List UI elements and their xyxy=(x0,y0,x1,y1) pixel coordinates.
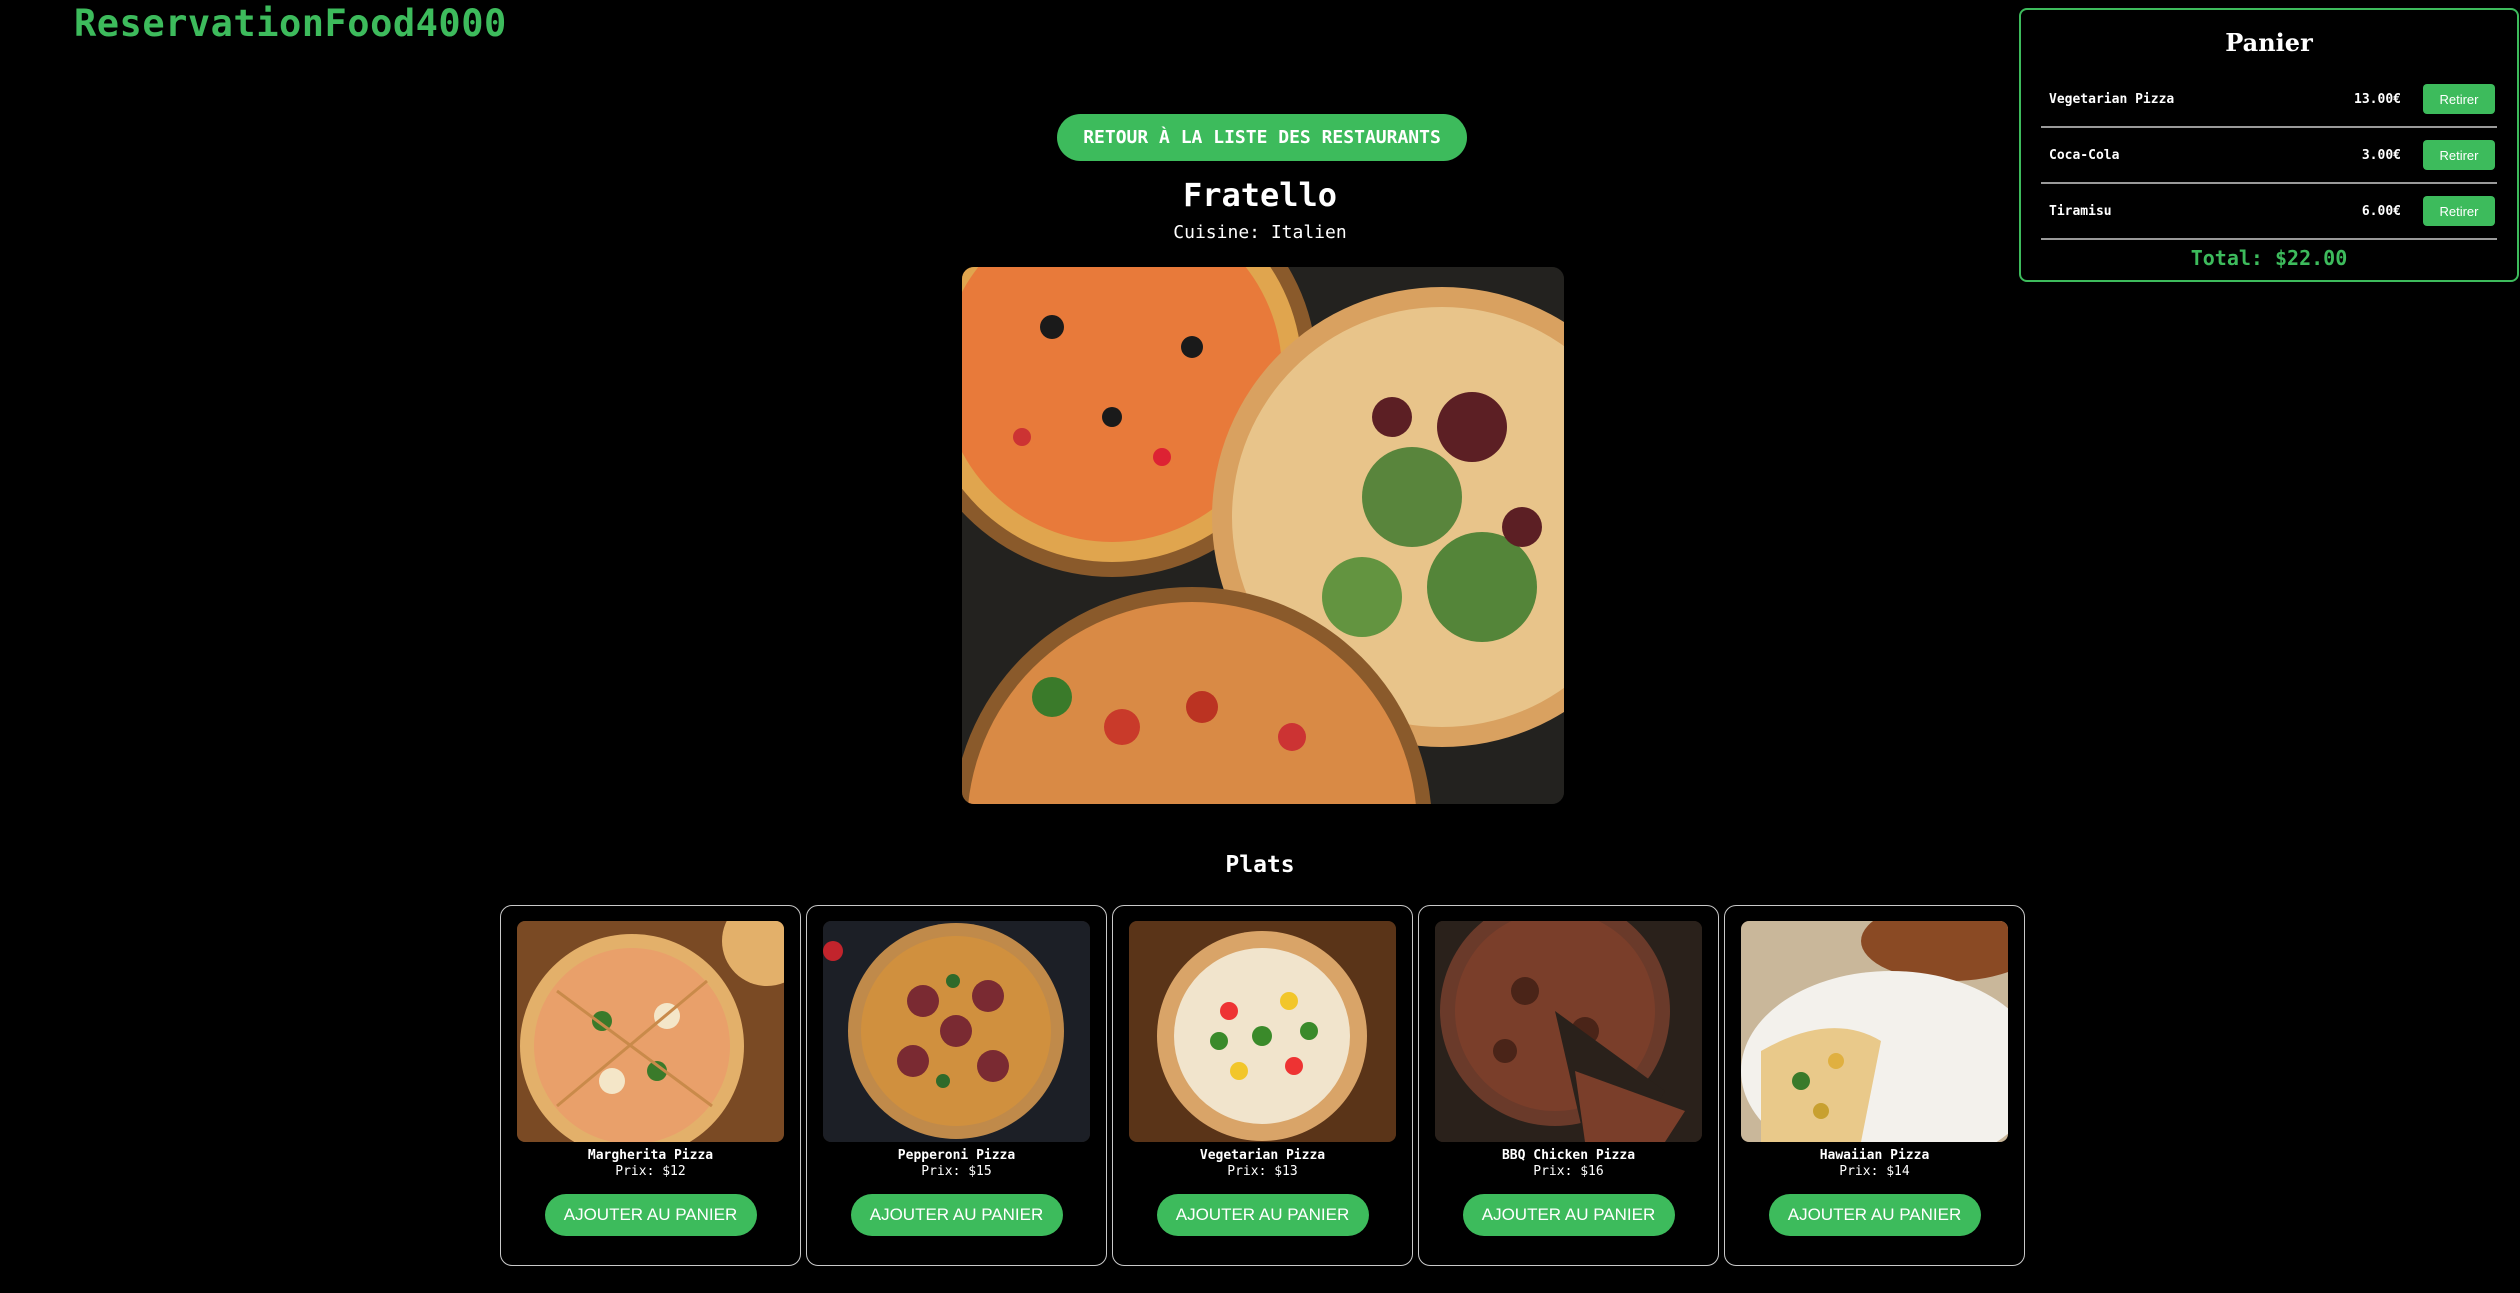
dish-image xyxy=(1435,921,1702,1142)
dish-image xyxy=(823,921,1090,1142)
cart-item-name: Coca-Cola xyxy=(2049,147,2120,163)
dish-name: BBQ Chicken Pizza xyxy=(1501,1148,1636,1163)
add-to-cart-button[interactable]: AJOUTER AU PANIER xyxy=(850,1194,1063,1236)
add-to-cart-button[interactable]: AJOUTER AU PANIER xyxy=(1462,1194,1675,1236)
dish-card: Vegetarian Pizza Prix: $13 AJOUTER AU PA… xyxy=(1112,905,1413,1266)
dish-card: Hawaiian Pizza Prix: $14 AJOUTER AU PANI… xyxy=(1724,905,2025,1266)
remove-button[interactable]: Retirer xyxy=(2423,140,2495,170)
cart-item: Vegetarian Pizza 13.00€ Retirer xyxy=(2041,72,2497,128)
menu-section-title: Plats xyxy=(1225,852,1295,878)
cart-list: Vegetarian Pizza 13.00€ Retirer Coca-Col… xyxy=(2041,72,2497,240)
dish-card: BBQ Chicken Pizza Prix: $16 AJOUTER AU P… xyxy=(1418,905,1719,1266)
dish-price: Prix: $13 xyxy=(1227,1164,1298,1179)
dish-name: Vegetarian Pizza xyxy=(1199,1148,1326,1163)
dish-price: Prix: $14 xyxy=(1839,1164,1910,1179)
dish-image xyxy=(517,921,784,1142)
remove-button[interactable]: Retirer xyxy=(2423,84,2495,114)
restaurant-cuisine: Cuisine: Italien xyxy=(1173,222,1347,243)
back-to-restaurants-button[interactable]: Retour à la liste des restaurants xyxy=(1057,114,1467,161)
menu-grid: Margherita Pizza Prix: $12 AJOUTER AU PA… xyxy=(500,905,2025,1266)
cart-item-price: 13.00€ xyxy=(2354,91,2401,107)
restaurant-hero-image xyxy=(962,267,1564,804)
dish-price: Prix: $16 xyxy=(1533,1164,1604,1179)
dish-price: Prix: $12 xyxy=(615,1164,686,1179)
add-to-cart-button[interactable]: AJOUTER AU PANIER xyxy=(544,1194,757,1236)
restaurant-name: Fratello xyxy=(1182,176,1338,214)
add-to-cart-button[interactable]: AJOUTER AU PANIER xyxy=(1768,1194,1981,1236)
cart-title: Panier xyxy=(2225,28,2313,57)
dish-name: Pepperoni Pizza xyxy=(897,1148,1016,1163)
add-to-cart-button[interactable]: AJOUTER AU PANIER xyxy=(1156,1194,1369,1236)
brand-logo[interactable]: ReservationFood4000 xyxy=(74,2,507,45)
dish-card: Margherita Pizza Prix: $12 AJOUTER AU PA… xyxy=(500,905,801,1266)
cart-total: Total: $22.00 xyxy=(2190,246,2348,270)
cart-item-name: Vegetarian Pizza xyxy=(2049,91,2175,107)
dish-image xyxy=(1129,921,1396,1142)
dish-price: Prix: $15 xyxy=(921,1164,992,1179)
page: ReservationFood4000 Panier Vegetarian Pi… xyxy=(0,0,2520,1293)
dish-card: Pepperoni Pizza Prix: $15 AJOUTER AU PAN… xyxy=(806,905,1107,1266)
dish-image xyxy=(1741,921,2008,1142)
cart-item-price: 3.00€ xyxy=(2361,147,2401,163)
dish-name: Margherita Pizza xyxy=(587,1148,714,1163)
dish-name: Hawaiian Pizza xyxy=(1819,1148,1930,1163)
